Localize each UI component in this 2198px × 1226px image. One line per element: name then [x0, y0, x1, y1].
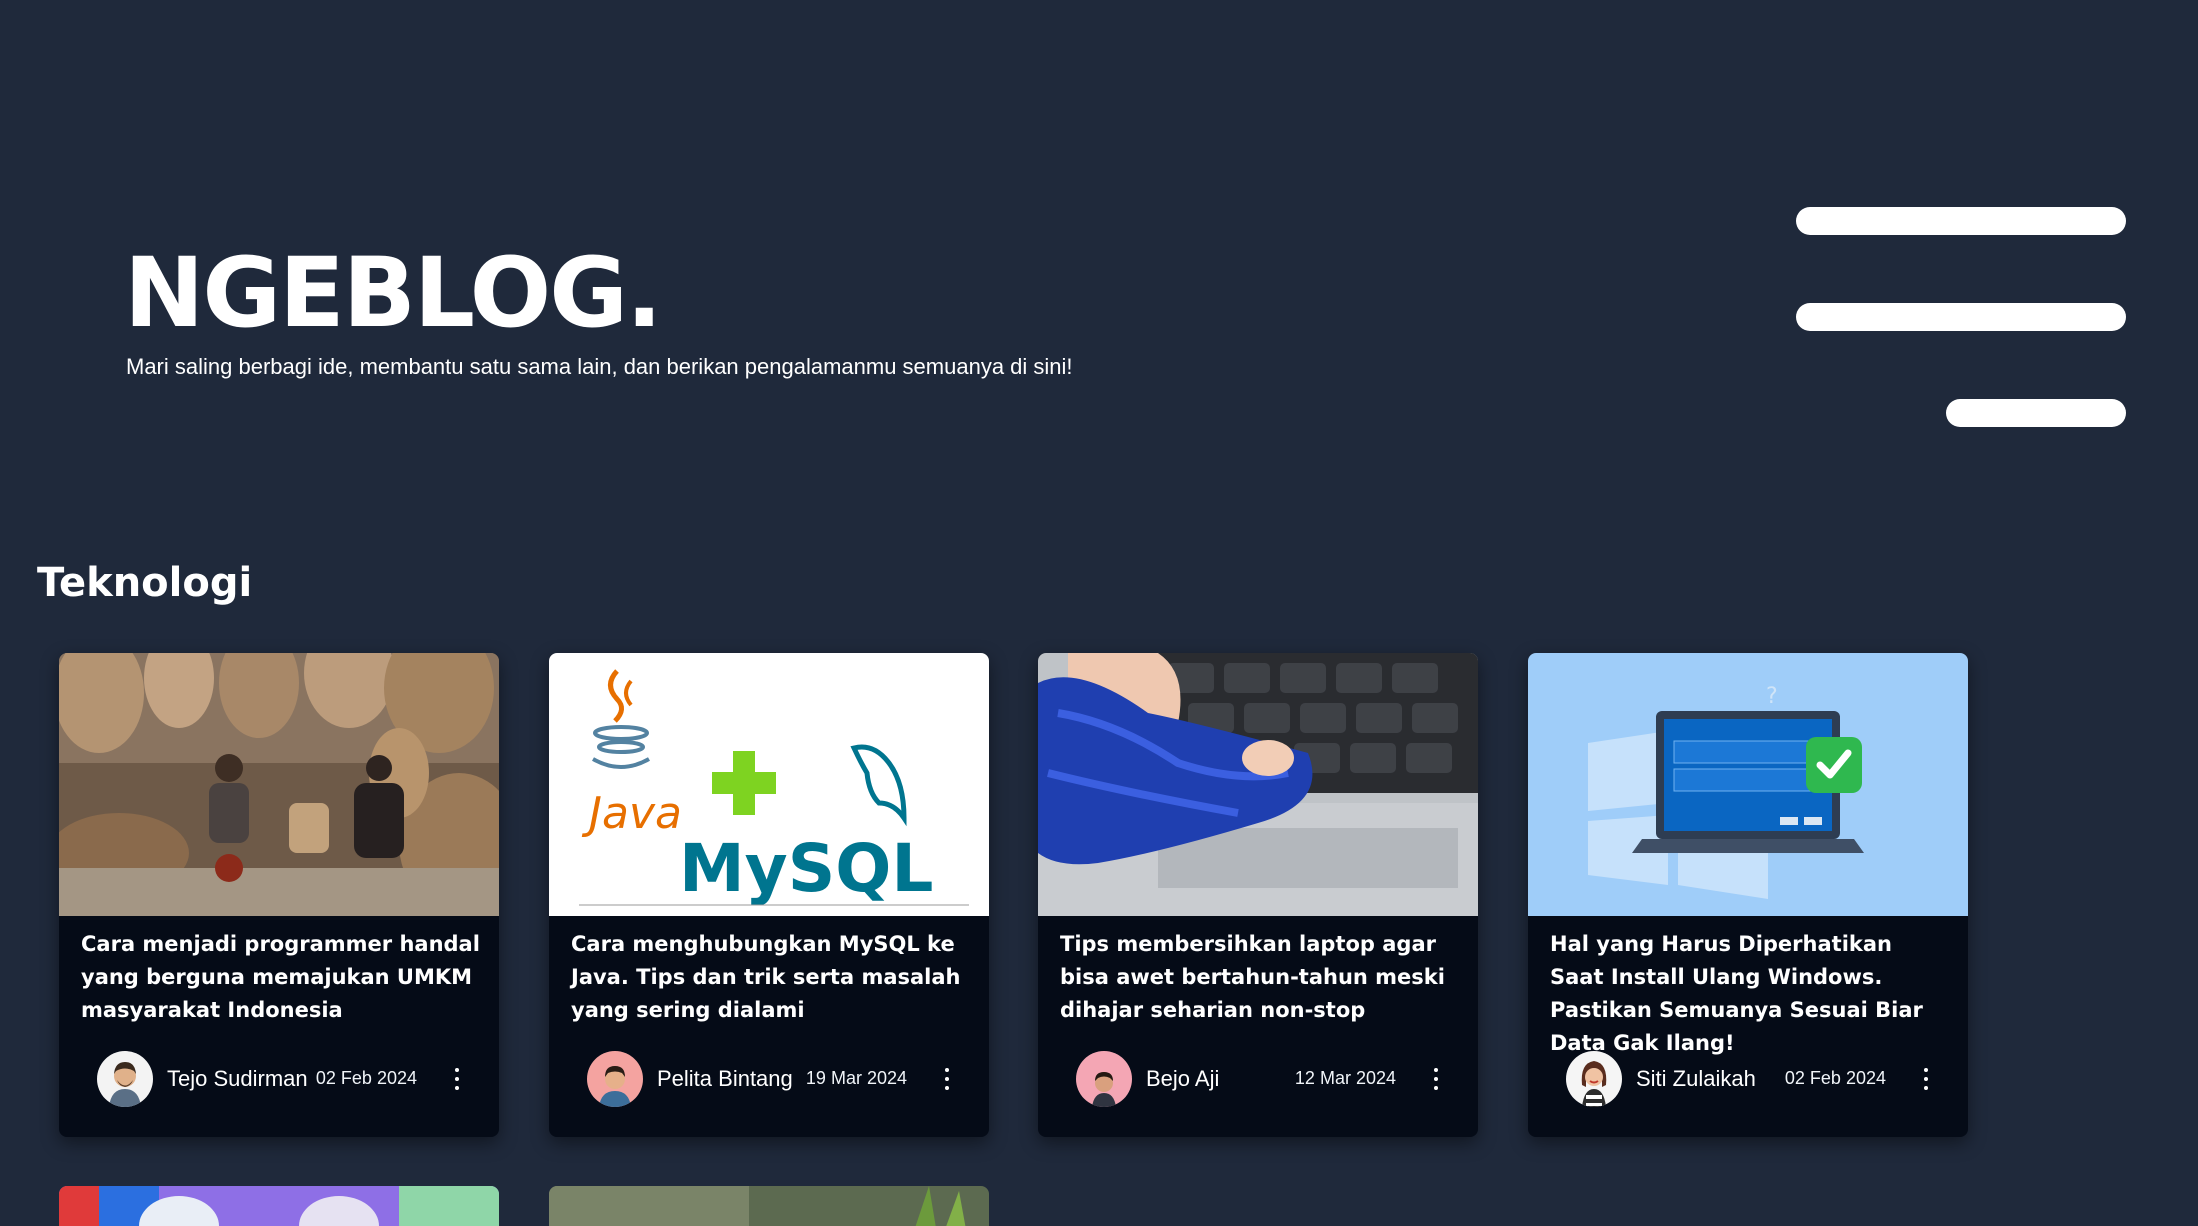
post-thumbnail-java-mysql[interactable]: Java MySQL: [549, 653, 989, 916]
post-thumbnail-windows-install[interactable]: ?: [1528, 653, 1968, 916]
menu-bar-bottom: [1946, 399, 2126, 427]
hero-header: NGEBLOG. Mari saling berbagi ide, memban…: [0, 0, 2198, 500]
post-date: 02 Feb 2024: [315, 1068, 417, 1088]
hamburger-menu-icon[interactable]: [1790, 200, 2130, 440]
post-card-partial[interactable]: [549, 1186, 989, 1226]
author-avatar[interactable]: [1566, 1051, 1622, 1107]
post-title[interactable]: Cara menjadi programmer handal yang berg…: [81, 928, 481, 1027]
section-title: Teknologi: [37, 560, 253, 606]
svg-text:Java: Java: [581, 788, 682, 839]
more-options-icon[interactable]: [1916, 1059, 1936, 1099]
post-title[interactable]: Hal yang Harus Diperhatikan Saat Install…: [1550, 928, 1950, 1060]
svg-text:?: ?: [1766, 684, 1778, 709]
site-brand[interactable]: NGEBLOG.: [124, 245, 663, 341]
post-thumbnail-craft-market[interactable]: [59, 653, 499, 916]
author-name[interactable]: Siti Zulaikah: [1636, 1066, 1756, 1092]
post-meta: Pelita Bintang 19 Mar 2024: [587, 1051, 967, 1107]
post-card[interactable]: Tips membersihkan laptop agar bisa awet …: [1038, 653, 1478, 1137]
author-avatar[interactable]: [1076, 1051, 1132, 1107]
post-meta: Tejo Sudirman 02 Feb 2024: [97, 1051, 477, 1107]
post-date: 02 Feb 2024: [1784, 1068, 1886, 1088]
svg-text:MySQL: MySQL: [679, 830, 933, 907]
more-options-icon[interactable]: [447, 1059, 467, 1099]
author-avatar[interactable]: [97, 1051, 153, 1107]
post-card[interactable]: Cara menjadi programmer handal yang berg…: [59, 653, 499, 1137]
more-options-icon[interactable]: [937, 1059, 957, 1099]
post-date: 12 Mar 2024: [1294, 1068, 1396, 1088]
post-meta: Bejo Aji 12 Mar 2024: [1076, 1051, 1456, 1107]
author-avatar[interactable]: [587, 1051, 643, 1107]
site-tagline: Mari saling berbagi ide, membantu satu s…: [126, 354, 1073, 379]
post-card[interactable]: Java MySQL Cara menghubungkan MySQL ke J…: [549, 653, 989, 1137]
menu-bar-top: [1796, 207, 2126, 235]
menu-bar-middle: [1796, 303, 2126, 331]
author-name[interactable]: Tejo Sudirman: [167, 1066, 308, 1092]
post-date: 19 Mar 2024: [805, 1068, 907, 1088]
author-name[interactable]: Pelita Bintang: [657, 1066, 793, 1092]
post-card-partial[interactable]: [59, 1186, 499, 1226]
post-meta: Siti Zulaikah 02 Feb 2024: [1566, 1051, 1946, 1107]
post-title[interactable]: Tips membersihkan laptop agar bisa awet …: [1060, 928, 1460, 1027]
post-title[interactable]: Cara menghubungkan MySQL ke Java. Tips d…: [571, 928, 971, 1027]
author-name[interactable]: Bejo Aji: [1146, 1066, 1219, 1092]
more-options-icon[interactable]: [1426, 1059, 1446, 1099]
post-card[interactable]: ? Hal yang Harus Diperhatikan Saat Insta…: [1528, 653, 1968, 1137]
blog-page: NGEBLOG. Mari saling berbagi ide, memban…: [0, 0, 2198, 1226]
post-thumbnail-laptop-cleaning[interactable]: [1038, 653, 1478, 916]
